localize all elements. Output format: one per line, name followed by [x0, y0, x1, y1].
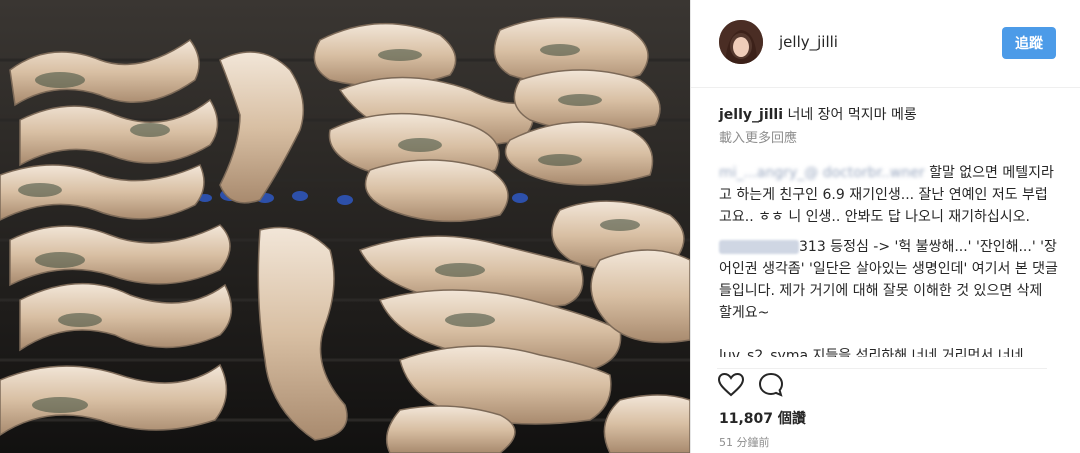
- post-timestamp: 51 分鐘前: [719, 436, 770, 449]
- post-side-panel: jelly_jilli 追蹤 jelly_jilli 너네 장어 먹지마 메롱 …: [690, 0, 1080, 453]
- comment-item-cutoff: luv_s2_syma 지들을 섞리하해 너네 거리먼서 너네: [719, 348, 1024, 357]
- avatar[interactable]: [719, 20, 763, 64]
- comment-mention-blurred[interactable]: doctorbr..wner: [823, 165, 925, 181]
- post-header: jelly_jilli 追蹤: [691, 0, 1080, 88]
- caption-username[interactable]: jelly_jilli: [719, 107, 783, 123]
- action-bar: [717, 368, 1047, 399]
- comment-item: 313 등정심 -> '헉 불쌍해...' '잔인해...' '장어인권 생각좀…: [719, 236, 1059, 324]
- comment-username-redacted[interactable]: [719, 240, 799, 254]
- like-count[interactable]: 11,807 個讚: [719, 408, 806, 428]
- caption-text: 너네 장어 먹지마 메롱: [787, 107, 917, 123]
- comment-username-blurred[interactable]: mi_...angry_@: [719, 165, 818, 181]
- profile-photo: [719, 20, 763, 64]
- grilled-eel-photo: [0, 0, 690, 453]
- comment-username-tail[interactable]: 313: [799, 239, 826, 255]
- follow-button[interactable]: 追蹤: [1002, 27, 1056, 59]
- comment-item: mi_...angry_@ doctorbr..wner 할말 없으면 메텔지라…: [719, 162, 1059, 228]
- heart-icon[interactable]: [717, 371, 745, 399]
- post-username[interactable]: jelly_jilli: [779, 33, 838, 51]
- post-photo[interactable]: [0, 0, 690, 453]
- load-more-comments-link[interactable]: 載入更多回應: [719, 128, 1059, 150]
- caption: jelly_jilli 너네 장어 먹지마 메롱: [719, 104, 1059, 126]
- comment-icon[interactable]: [757, 371, 785, 399]
- comment-list: jelly_jilli 너네 장어 먹지마 메롱 載入更多回應 mi_...an…: [719, 104, 1059, 332]
